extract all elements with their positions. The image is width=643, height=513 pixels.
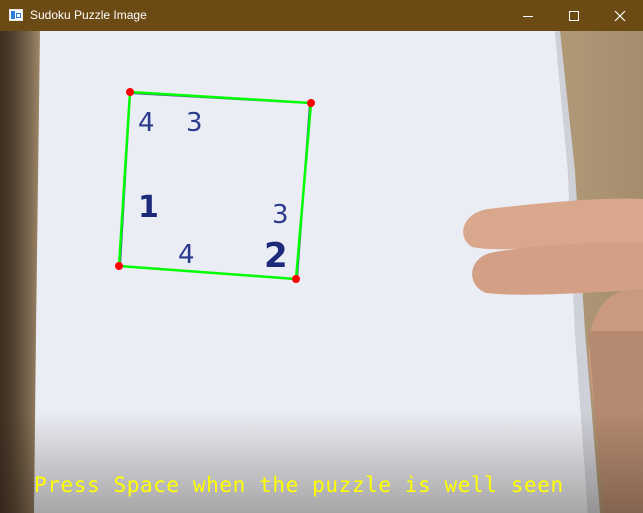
close-button[interactable]: [597, 0, 643, 31]
corner-marker: [126, 88, 134, 96]
corner-marker: [307, 99, 315, 107]
corner-marker: [292, 275, 300, 283]
puzzle-digit: 2: [264, 236, 288, 276]
puzzle-digit: 3: [272, 200, 289, 230]
puzzle-digit: 3: [186, 108, 203, 138]
opencv-window-icon: [9, 9, 23, 21]
maximize-button[interactable]: [551, 0, 597, 31]
minimize-button[interactable]: [505, 0, 551, 31]
window-title: Sudoku Puzzle Image: [30, 8, 147, 22]
puzzle-digit: 4: [178, 240, 195, 270]
camera-view: 4 3 1 3 4 2 Press Space when the puzzle …: [0, 31, 643, 513]
status-message: Press Space when the puzzle is well seen: [34, 473, 564, 497]
app-window: Sudoku Puzzle Image 4 3 1 3 4 2 Press Sp…: [0, 0, 643, 513]
corner-marker: [115, 262, 123, 270]
maximize-icon: [569, 10, 579, 21]
lower-shadow: [0, 411, 643, 513]
puzzle-digit: 4: [138, 108, 155, 138]
puzzle-digit: 1: [138, 190, 159, 225]
minimize-icon: [523, 15, 533, 17]
close-icon: [614, 10, 626, 21]
title-bar[interactable]: Sudoku Puzzle Image: [0, 0, 643, 31]
